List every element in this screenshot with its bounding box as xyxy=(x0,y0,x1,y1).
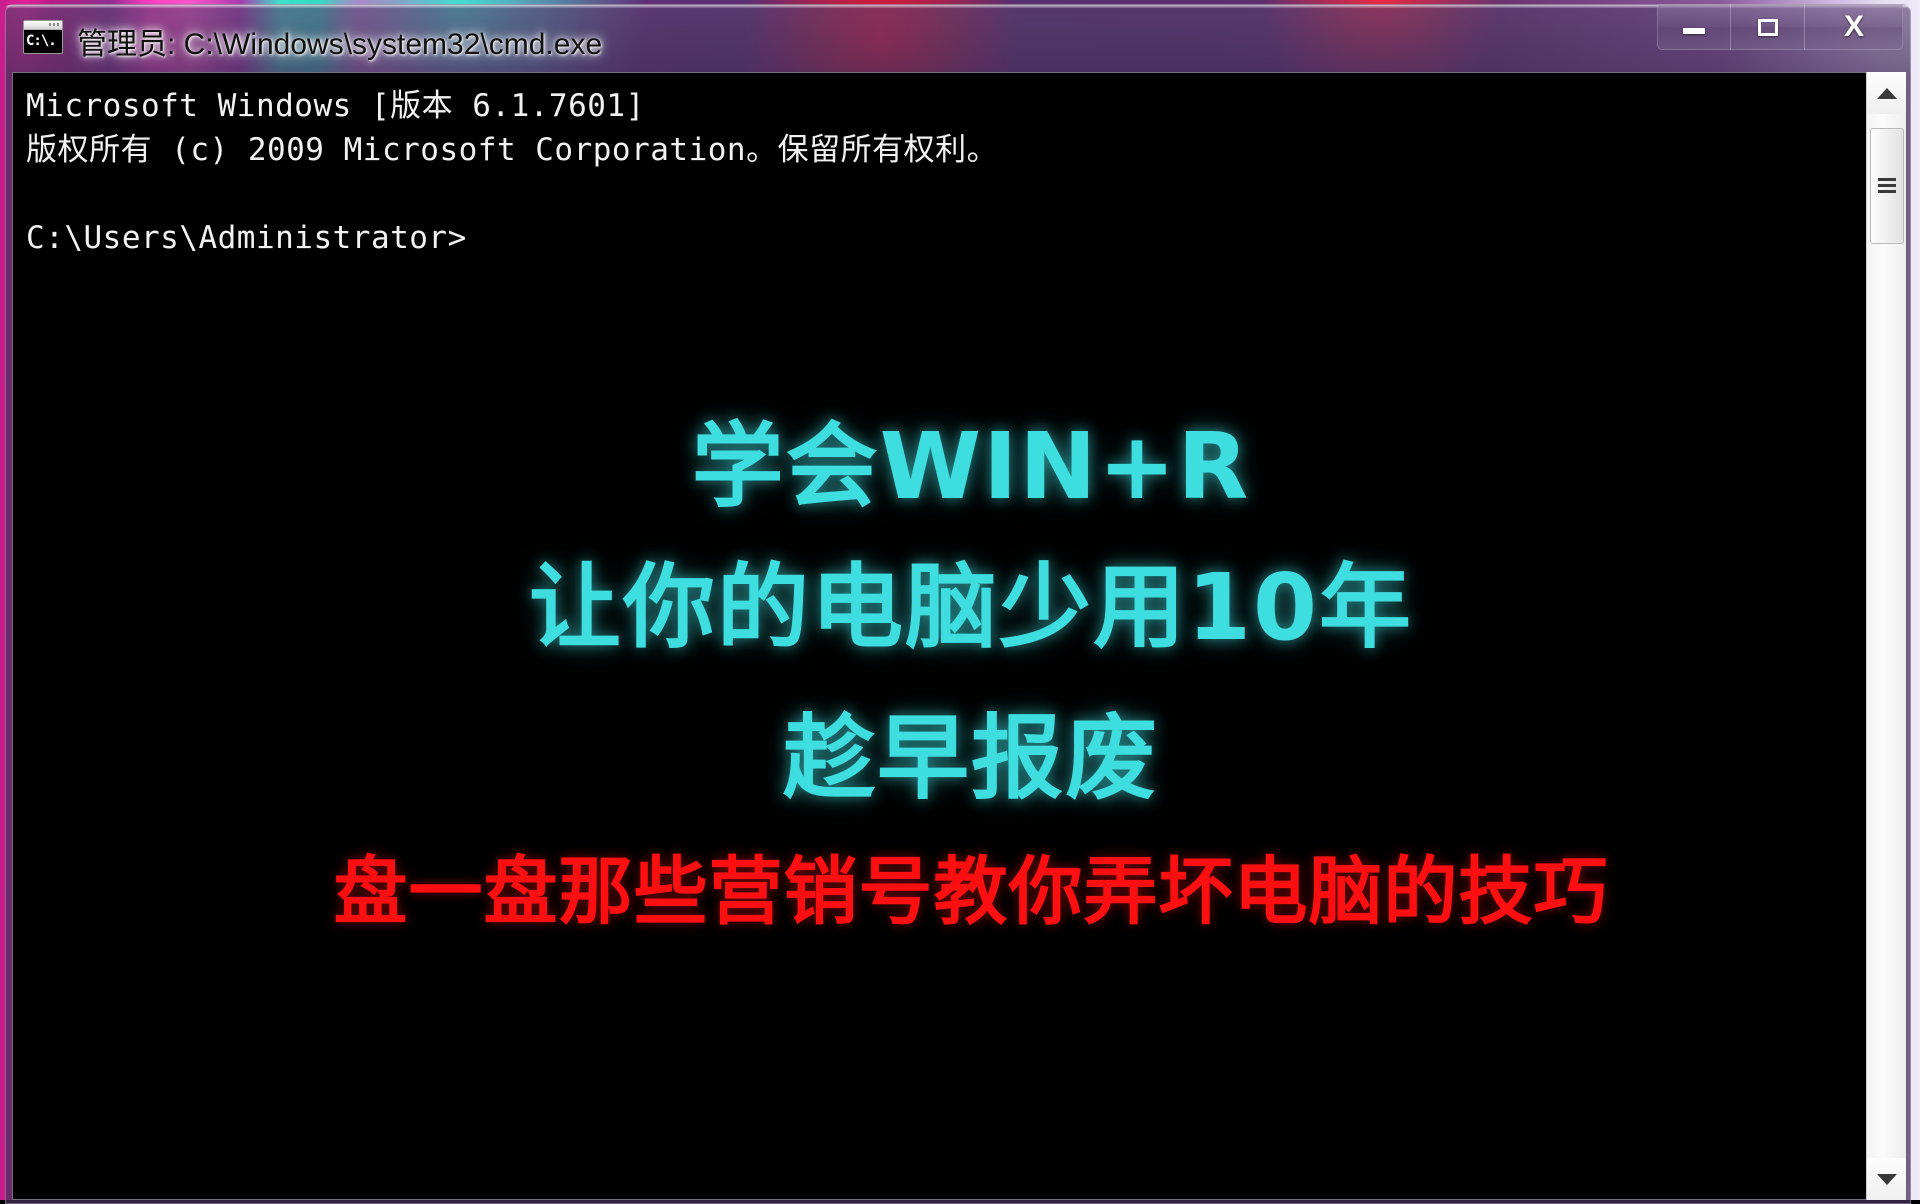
overlay-line-3: 趁早报废 xyxy=(24,684,1906,834)
cmd-icon[interactable]: C:\. xyxy=(23,20,63,54)
scrollbar-thumb[interactable] xyxy=(1870,128,1904,244)
cmd-window[interactable]: C:\. 管理员: C:\Windows\system32\cmd.exe X … xyxy=(0,0,1920,1200)
overlay-line-4: 盘一盘那些营销号教你弄坏电脑的技巧 xyxy=(24,834,1906,950)
cmd-icon-prompt: C:\. xyxy=(24,30,62,54)
title-bar[interactable]: C:\. 管理员: C:\Windows\system32\cmd.exe X xyxy=(5,4,1911,68)
overlay-line-2: 让你的电脑少用10年 xyxy=(24,532,1906,684)
overlay-line-1: 学会WIN+R xyxy=(24,402,1906,532)
caption-button-group[interactable]: X xyxy=(1657,4,1903,50)
scroll-down-button[interactable] xyxy=(1867,1158,1906,1200)
chevron-down-icon xyxy=(1877,1174,1897,1185)
grip-lines-icon xyxy=(1878,178,1896,194)
close-icon: X xyxy=(1844,12,1864,42)
minimize-button[interactable] xyxy=(1657,4,1731,50)
console-output: Microsoft Windows [版本 6.1.7601] 版权所有 (c)… xyxy=(26,84,998,260)
minimize-icon xyxy=(1683,28,1705,34)
maximize-button[interactable] xyxy=(1731,4,1805,50)
vertical-scrollbar[interactable] xyxy=(1866,72,1906,1200)
cmd-icon-titlestrip xyxy=(24,21,62,30)
console-client-area[interactable]: Microsoft Windows [版本 6.1.7601] 版权所有 (c)… xyxy=(12,72,1906,1200)
scroll-up-button[interactable] xyxy=(1867,72,1906,114)
window-title: 管理员: C:\Windows\system32\cmd.exe xyxy=(77,19,602,63)
maximize-icon xyxy=(1758,19,1778,36)
close-button[interactable]: X xyxy=(1805,4,1903,50)
chevron-up-icon xyxy=(1877,88,1897,99)
caption-overlay: 学会WIN+R 让你的电脑少用10年 趁早报废 盘一盘那些营销号教你弄坏电脑的技… xyxy=(24,402,1906,950)
